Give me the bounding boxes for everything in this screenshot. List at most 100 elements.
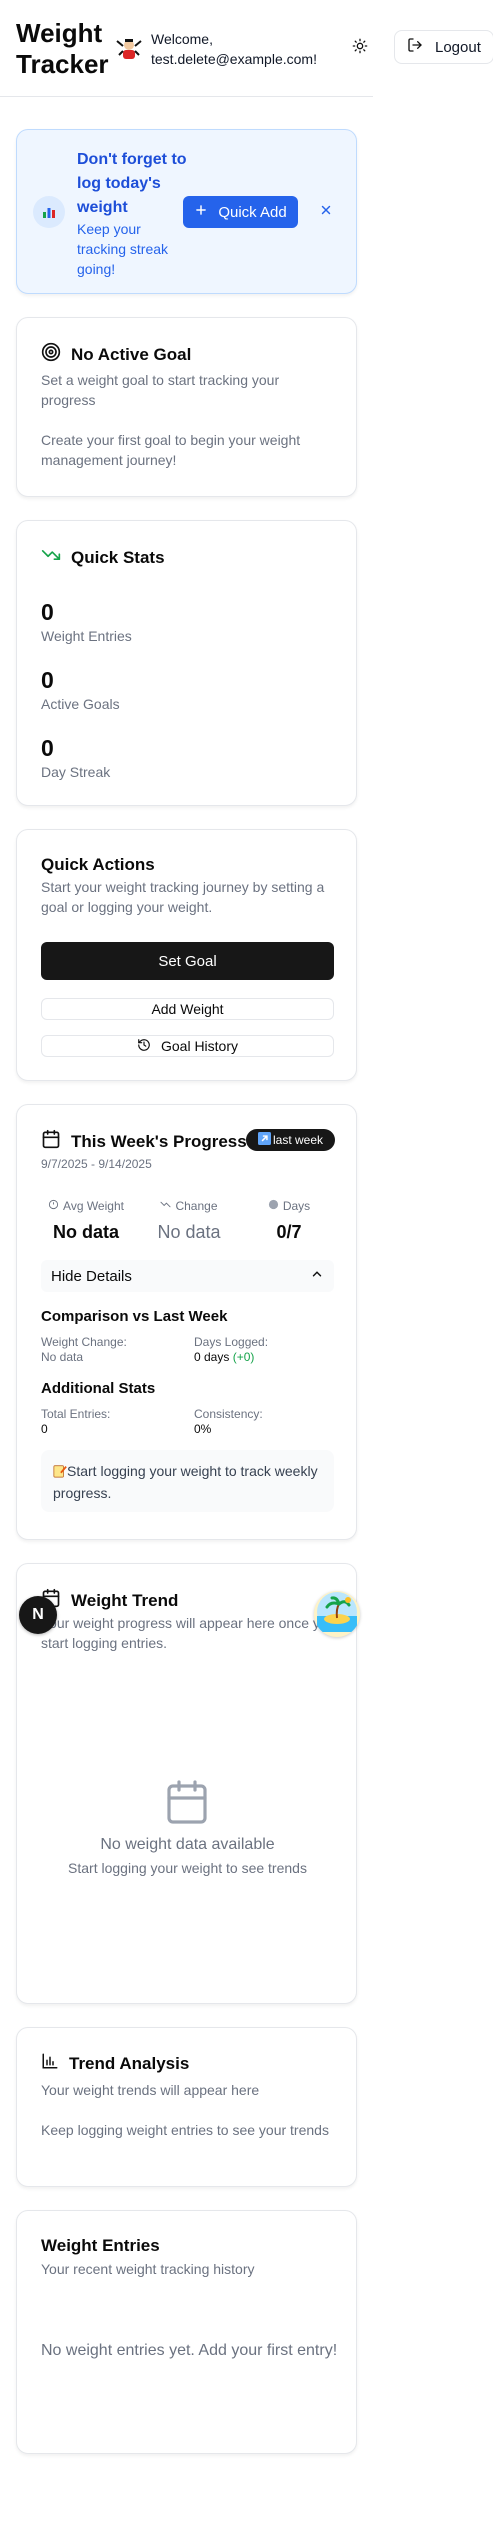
stat-weight-entries-value: 0	[41, 599, 54, 625]
logout-icon	[407, 37, 423, 57]
welcome-text: Welcome, test.delete@example.com!	[151, 31, 317, 67]
change-header: Change	[144, 1199, 234, 1213]
additional-stats-title: Additional Stats	[41, 1380, 156, 1397]
weight-change-value: No data	[41, 1350, 84, 1364]
goal-history-button[interactable]: Goal History	[41, 1035, 334, 1057]
weight-entries-card: Weight Entries Your recent weight tracki…	[16, 2210, 357, 2454]
trend-analysis-description: Your weight trends will appear here	[41, 2082, 260, 2098]
trend-icon	[160, 1199, 172, 1213]
set-goal-button[interactable]: Set Goal	[41, 942, 334, 980]
scale-icon	[48, 1199, 59, 1213]
reminder-title: Don't forget to log today's weight	[77, 151, 187, 216]
avg-weight-label: Avg Weight	[63, 1199, 124, 1213]
quick-add-button[interactable]: Quick Add	[183, 196, 298, 228]
calendar-icon	[41, 1129, 61, 1155]
logout-button[interactable]: Logout	[394, 30, 493, 64]
quick-stats-title: Quick Stats	[71, 548, 165, 567]
no-goal-description: Set a weight goal to start tracking your…	[41, 372, 280, 408]
days-header: Days	[244, 1199, 334, 1213]
quick-actions-title: Quick Actions	[41, 855, 155, 874]
trend-analysis-heading: Trend Analysis	[41, 2052, 189, 2076]
consistency-value: 0%	[194, 1422, 212, 1436]
no-active-goal-card: No Active Goal Set a weight goal to star…	[16, 317, 357, 497]
weekly-tip-text: Start logging your weight to track weekl…	[53, 1463, 318, 1501]
close-icon	[319, 203, 333, 222]
avg-weight-value: No data	[52, 1222, 119, 1242]
add-weight-button[interactable]: Add Weight	[41, 998, 334, 1020]
empty-calendar-icon	[163, 1778, 211, 1831]
stat-day-streak-value: 0	[41, 735, 54, 761]
trending-down-icon	[41, 545, 61, 571]
weight-entries-empty: No weight entries yet. Add your first en…	[41, 2342, 338, 2359]
comparison-title: Comparison vs Last Week	[41, 1308, 228, 1325]
quick-stats-card: Quick Stats 0 Weight Entries 0 Active Go…	[16, 520, 357, 806]
app-header: Weight Tracker Welcome, test.delete@exam…	[0, 0, 373, 97]
hide-details-label: Hide Details	[51, 1267, 132, 1285]
weekly-tip-box: Start logging your weight to track weekl…	[41, 1450, 334, 1512]
stat-active-goals-label: Active Goals	[41, 696, 120, 712]
trend-analysis-card: Trend Analysis Your weight trends will a…	[16, 2027, 357, 2187]
weekly-heading: This Week's Progress	[41, 1129, 247, 1155]
weight-trend-title: Weight Trend	[71, 1591, 179, 1610]
quick-stats-heading: Quick Stats	[41, 545, 165, 571]
last-week-badge: last week	[246, 1129, 335, 1151]
floating-n-button[interactable]: N	[19, 1596, 57, 1634]
change-label: Change	[175, 1199, 218, 1213]
set-goal-label: Set Goal	[158, 952, 217, 970]
days-value: 0/7	[276, 1222, 302, 1242]
theme-toggle-button[interactable]	[346, 36, 374, 60]
island-icon	[317, 1591, 357, 1637]
app-brand: Weight Tracker	[16, 18, 109, 79]
weekly-progress-card: This Week's Progress last week 9/7/2025 …	[16, 1104, 357, 1540]
trend-analysis-title: Trend Analysis	[69, 2054, 190, 2073]
days-logged-value: 0 days (+0)	[194, 1350, 254, 1364]
stat-active-goals-value: 0	[41, 667, 54, 693]
quick-actions-card: Quick Actions Start your weight tracking…	[16, 829, 357, 1081]
week-date-range: 9/7/2025 - 9/14/2025	[41, 1157, 152, 1171]
floating-island-button[interactable]	[314, 1591, 360, 1637]
weight-trend-heading: Weight Trend	[41, 1588, 178, 1614]
no-goal-cta-text: Create your first goal to begin your wei…	[41, 432, 301, 468]
stat-weight-entries-label: Weight Entries	[41, 628, 132, 644]
target-icon	[41, 342, 61, 368]
goal-history-label: Goal History	[160, 1038, 239, 1054]
stat-day-streak-label: Day Streak	[41, 764, 111, 780]
chevron-up-icon	[310, 1267, 324, 1285]
bar-chart-icon	[41, 2052, 59, 2076]
no-goal-heading: No Active Goal	[41, 342, 191, 368]
no-goal-title: No Active Goal	[71, 345, 192, 364]
logout-label: Logout	[435, 38, 481, 56]
weight-entries-title: Weight Entries	[41, 2236, 160, 2255]
total-entries-value: 0	[41, 1422, 48, 1436]
dismiss-reminder-button[interactable]	[314, 200, 338, 224]
weight-entries-description: Your recent weight tracking history	[41, 2261, 255, 2277]
weight-trend-description: Your weight progress will appear here on…	[41, 1615, 336, 1651]
add-weight-label: Add Weight	[151, 1001, 224, 1017]
no-weight-data-title: No weight data available	[100, 1836, 275, 1853]
reminder-subtitle: Keep your tracking streak going!	[77, 221, 169, 277]
change-value: No data	[157, 1222, 221, 1242]
trend-analysis-empty: Keep logging weight entries to see your …	[41, 2122, 329, 2138]
days-label: Days	[282, 1199, 311, 1213]
user-avatar-icon	[114, 37, 144, 61]
hide-details-toggle[interactable]: Hide Details	[41, 1260, 334, 1292]
days-logged-label: Days Logged:	[194, 1335, 269, 1349]
days-logged-count: 0 days	[194, 1350, 230, 1364]
weight-trend-card: Weight Trend Your weight progress will a…	[16, 1563, 357, 2004]
circle-icon	[268, 1199, 279, 1213]
weight-change-label: Weight Change:	[41, 1335, 127, 1349]
arrow-up-right-icon	[257, 1132, 271, 1148]
avg-weight-header: Avg Weight	[41, 1199, 131, 1213]
badge-label: last week	[272, 1133, 324, 1147]
no-weight-data-subtitle: Start logging your weight to see trends	[68, 1860, 307, 1876]
memo-icon	[53, 1463, 67, 1483]
plus-icon	[194, 203, 208, 221]
quick-actions-description: Start your weight tracking journey by se…	[41, 879, 325, 915]
total-entries-label: Total Entries:	[41, 1407, 111, 1421]
quick-add-label: Quick Add	[218, 203, 287, 221]
sun-icon	[352, 38, 368, 59]
bar-chart-icon	[33, 196, 65, 228]
log-reminder-banner: Don't forget to log today's weight Keep …	[16, 129, 357, 294]
days-logged-delta: (+0)	[232, 1350, 255, 1364]
weekly-title: This Week's Progress	[71, 1132, 247, 1151]
